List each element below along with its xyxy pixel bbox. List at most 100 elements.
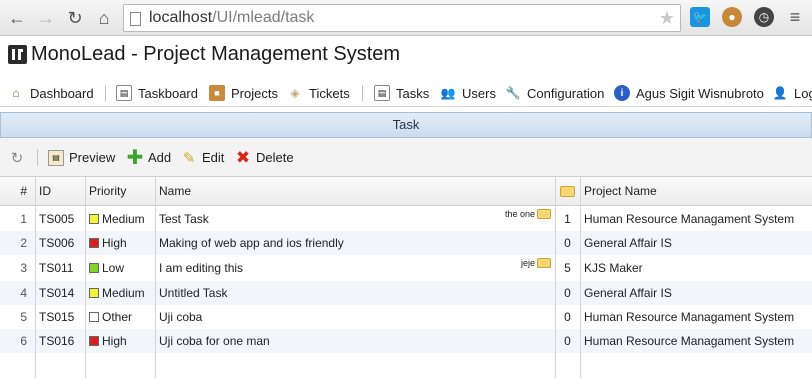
row-number: 1: [20, 212, 27, 226]
column-header-priority[interactable]: Priority: [85, 177, 155, 205]
priority-label: High: [102, 334, 127, 348]
column-header-comments[interactable]: [555, 177, 580, 205]
task-name-cell: Test Task the one: [155, 207, 555, 231]
table-row[interactable]: 6 TS016 High Uji coba for one man 0 Human Res…: [0, 329, 812, 353]
back-arrow-icon[interactable]: ←: [6, 7, 28, 29]
column-header-name[interactable]: Name: [155, 177, 555, 205]
priority-cell: Low: [85, 256, 155, 280]
add-button[interactable]: ✚ Add: [127, 138, 172, 177]
project-name: General Affair IS: [584, 286, 672, 300]
bookmark-star-icon[interactable]: ★: [659, 8, 675, 29]
monolead-logo-icon: [8, 45, 27, 64]
task-note: jeje: [521, 258, 551, 268]
table-row[interactable]: 5 TS015 Other Uji coba 0 Human Resource Manag…: [0, 305, 812, 329]
task-grid: # ID Priority Name Project Name 1 TS005 Me…: [0, 177, 812, 378]
preview-icon: ▤: [48, 149, 64, 166]
cookie-extension-icon[interactable]: ●: [722, 7, 742, 27]
comment-count: 1: [564, 212, 571, 226]
menu-item-configuration[interactable]: 🔧 Configuration: [505, 79, 605, 107]
row-number: 5: [20, 310, 27, 324]
row-number: 3: [20, 261, 27, 275]
task-name-cell: Making of web app and ios friendly: [155, 231, 555, 255]
task-name-cell: Uji coba: [155, 305, 555, 329]
refresh-button[interactable]: ↻: [9, 138, 30, 177]
priority-swatch: [89, 336, 99, 346]
task-name: Test Task: [159, 212, 209, 226]
project-name: Human Resource Managament System: [584, 334, 795, 348]
menu-item-projects[interactable]: ■ Projects: [209, 79, 278, 107]
tasks-icon: ▤: [374, 85, 390, 101]
priority-label: Low: [102, 261, 125, 275]
pencil-icon: ✎: [182, 149, 196, 167]
priority-cell: High: [85, 329, 155, 353]
priority-swatch: [89, 288, 99, 298]
menu-item-taskboard[interactable]: ▤ Taskboard: [116, 79, 198, 107]
priority-swatch: [89, 312, 99, 322]
task-name-cell: I am editing this jeje: [155, 256, 555, 280]
home-icon: ⌂: [12, 86, 20, 100]
address-bar[interactable]: localhost/UI/mlead/task ★: [123, 4, 681, 32]
priority-cell: Other: [85, 305, 155, 329]
chrome-menu-icon[interactable]: ≡: [785, 7, 805, 27]
comment-icon: [560, 185, 575, 197]
row-number: 2: [20, 236, 27, 250]
comment-count: 0: [564, 286, 571, 300]
delete-button[interactable]: ✖ Delete: [235, 138, 294, 177]
menu-item-users[interactable]: 👥 Users: [440, 79, 496, 107]
task-note: the one: [505, 209, 551, 219]
task-id: TS015: [39, 310, 75, 324]
task-name-cell: Uji coba for one man: [155, 329, 555, 353]
priority-cell: Medium: [85, 207, 155, 231]
comment-count: 5: [564, 261, 571, 275]
row-number: 6: [20, 334, 27, 348]
main-menu: ⌂ Dashboard ▤ Taskboard ■ Projects ◈ Tickets…: [0, 79, 812, 107]
page-icon: [130, 12, 141, 26]
task-name: Making of web app and ios friendly: [159, 236, 344, 250]
table-row[interactable]: 3 TS011 Low I am editing this jeje 5 KJS Maker: [0, 256, 812, 280]
task-name: Uji coba for one man: [159, 334, 270, 348]
comment-count: 0: [564, 334, 571, 348]
ticket-icon: ◈: [290, 86, 300, 100]
refresh-icon: ↻: [10, 149, 24, 167]
menu-item-tickets[interactable]: ◈ Tickets: [287, 79, 349, 107]
priority-cell: High: [85, 231, 155, 255]
clock-extension-icon[interactable]: ◷: [754, 7, 774, 27]
project-name: General Affair IS: [584, 236, 672, 250]
table-row[interactable]: 1 TS005 Medium Test Task the one 1 Human Resou…: [0, 207, 812, 231]
info-icon: i: [614, 85, 630, 101]
menu-item-logout[interactable]: 👤Log: [772, 79, 812, 107]
home-button-icon[interactable]: ⌂: [93, 7, 115, 29]
task-id: TS014: [39, 286, 75, 300]
project-name: Human Resource Managament System: [584, 212, 795, 226]
preview-button[interactable]: ▤ Preview: [48, 138, 115, 177]
menu-item-dashboard[interactable]: ⌂ Dashboard: [8, 79, 93, 107]
priority-swatch: [89, 263, 99, 273]
table-row[interactable]: 2 TS006 High Making of web app and ios frie…: [0, 231, 812, 255]
browser-toolbar: ← → ↻ ⌂ localhost/UI/mlead/task ★ 🐦 ● ◷ …: [0, 0, 812, 36]
edit-button[interactable]: ✎ Edit: [181, 138, 225, 177]
comment-count: 0: [564, 310, 571, 324]
reload-icon[interactable]: ↻: [64, 7, 86, 29]
delete-icon: ✖: [235, 147, 251, 167]
grid-header: # ID Priority Name Project Name: [0, 177, 812, 206]
menu-item-tasks[interactable]: ▤ Tasks: [374, 79, 429, 107]
table-row[interactable]: 4 TS014 Medium Untitled Task 0 General Affair…: [0, 281, 812, 305]
row-number: 4: [20, 286, 27, 300]
project-name: Human Resource Managament System: [584, 310, 795, 324]
task-id: TS011: [39, 261, 74, 275]
wrench-icon: 🔧: [505, 86, 521, 100]
app-title: MonoLead - Project Management System: [31, 43, 401, 65]
users-icon: 👥: [440, 86, 456, 100]
forward-arrow-icon[interactable]: →: [35, 7, 57, 29]
task-name: I am editing this: [159, 261, 244, 275]
column-header-rownum: #: [20, 184, 27, 198]
priority-label: Medium: [102, 286, 145, 300]
priority-label: High: [102, 236, 127, 250]
projects-icon: ■: [209, 85, 225, 101]
menu-item-user-profile[interactable]: i Agus Sigit Wisnubroto: [614, 79, 764, 107]
twitter-extension-icon[interactable]: 🐦: [690, 7, 710, 27]
task-name-cell: Untitled Task: [155, 281, 555, 305]
column-header-project-name[interactable]: Project Name: [580, 177, 812, 205]
column-header-id[interactable]: ID: [35, 177, 85, 205]
taskboard-icon: ▤: [116, 85, 132, 101]
